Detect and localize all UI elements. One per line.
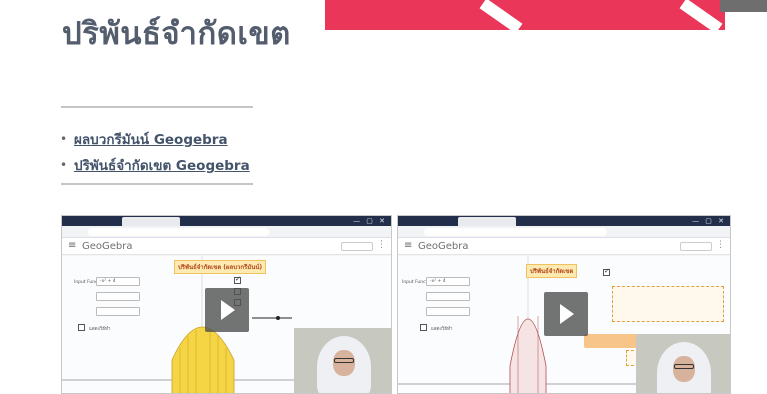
formula-card: [612, 286, 724, 322]
presenter-webcam: [294, 328, 391, 393]
lower-bound-input: [426, 292, 470, 301]
browser-tab-bar: — ▢ ✕: [62, 216, 391, 226]
bullet: •: [60, 158, 68, 172]
option-checkbox: [234, 275, 241, 284]
divider-top: [61, 106, 253, 108]
video-definite-integral[interactable]: — ▢ ✕ ≡ GeoGebra ⋮ ปริพันธ์จำกัดเขต Inpu…: [397, 215, 731, 394]
decorative-dark-tab: [720, 0, 767, 12]
decorative-stripe: [679, 0, 723, 34]
url-field: [88, 228, 269, 236]
browser-tab: [122, 217, 180, 226]
decorative-accent-band: [325, 0, 725, 34]
upper-bound-input: [96, 307, 140, 316]
presenter-face: [332, 350, 355, 376]
option-checkbox: [603, 267, 610, 276]
menu-icon: ≡: [68, 240, 77, 251]
play-button-icon[interactable]: [544, 292, 588, 336]
geogebra-header: ≡ GeoGebra ⋮: [398, 238, 730, 255]
browser-tab: [458, 217, 516, 226]
checkbox-label: แสดงวิธีทำ: [89, 327, 111, 332]
presentation-slide: ปริพันธ์จำกัดเขต • ผลบวกรีมันน์ Geogebra…: [0, 0, 767, 394]
decorative-stripe: [479, 0, 523, 34]
header-button: [341, 242, 373, 251]
video-riemann-sum[interactable]: — ▢ ✕ ≡ GeoGebra ⋮ ปริพันธ์จำกัดเขต (ผลบ…: [61, 215, 392, 394]
function-value: -x² + 4: [430, 279, 446, 284]
link-riemann-sum-geogebra[interactable]: ผลบวกรีมันน์ Geogebra: [74, 128, 228, 150]
presenter-face: [673, 356, 695, 382]
glasses-icon: [333, 358, 354, 363]
shaded-area: [171, 326, 235, 393]
link-list: • ผลบวกรีมันน์ Geogebra • ปริพันธ์จำกัดเ…: [60, 126, 250, 178]
bullet: •: [60, 132, 68, 146]
app-title: GeoGebra: [418, 241, 469, 252]
header-button: [680, 242, 712, 251]
window-controls-icon: — ▢ ✕: [692, 217, 726, 225]
play-button-icon[interactable]: [205, 288, 249, 332]
checkbox-label: แสดงวิธีทำ: [431, 327, 453, 332]
app-title: GeoGebra: [82, 241, 133, 252]
browser-tab-bar: — ▢ ✕: [398, 216, 730, 226]
shaded-area: [509, 318, 547, 393]
more-icon: ⋮: [716, 240, 725, 250]
geogebra-header: ≡ GeoGebra ⋮: [62, 238, 391, 255]
show-steps-checkbox: [78, 324, 85, 331]
slider-handle: [276, 316, 280, 320]
slide-title: ปริพันธ์จำกัดเขต: [62, 16, 291, 52]
show-steps-checkbox: [420, 324, 427, 331]
graph-heading: ปริพันธ์จำกัดเขต: [526, 264, 578, 278]
lower-bound-input: [96, 292, 140, 301]
menu-icon: ≡: [404, 240, 413, 251]
window-controls-icon: — ▢ ✕: [353, 217, 387, 225]
graph-heading: ปริพันธ์จำกัดเขต (ผลบวกรีมันน์): [174, 260, 267, 274]
list-item: • ผลบวกรีมันน์ Geogebra: [60, 126, 250, 152]
list-item: • ปริพันธ์จำกัดเขต Geogebra: [60, 152, 250, 178]
presenter-webcam: [636, 334, 730, 393]
browser-address-bar: [62, 226, 391, 238]
link-definite-integral-geogebra[interactable]: ปริพันธ์จำกัดเขต Geogebra: [74, 154, 250, 176]
browser-address-bar: [398, 226, 730, 238]
glasses-icon: [674, 364, 694, 369]
more-icon: ⋮: [377, 240, 386, 250]
url-field: [424, 228, 607, 236]
function-value: -x² + 4: [100, 279, 116, 284]
upper-bound-input: [426, 307, 470, 316]
divider-bottom: [61, 183, 253, 185]
